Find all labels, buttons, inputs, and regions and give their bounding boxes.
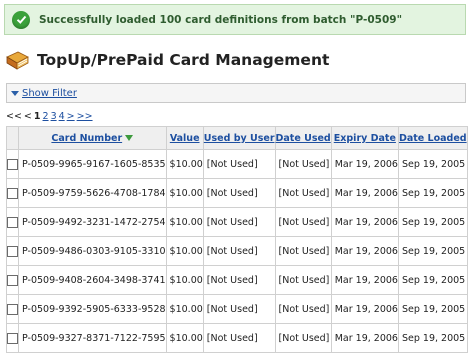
used-by-cell: [Not Used]: [202, 236, 276, 266]
card-number-cell: P-0509-9492-3231-1472-2754: [18, 207, 167, 237]
pager-first[interactable]: <<: [6, 111, 22, 122]
expiry-header[interactable]: Expiry Date: [330, 126, 399, 150]
expiry-cell: Mar 19, 2006: [330, 236, 399, 266]
value-cell: $10.00: [165, 149, 204, 179]
value-cell: $10.00: [165, 178, 204, 208]
date-loaded-cell: Sep 19, 2005: [397, 236, 468, 266]
date-used-cell: [Not Used]: [274, 294, 332, 324]
expiry-cell: Mar 19, 2006: [330, 149, 399, 179]
value-cell: $10.00: [165, 265, 204, 295]
table-row: P-0509-9327-8371-7122-7595 $10.00 [Not U…: [6, 323, 468, 353]
row-checkbox[interactable]: [7, 216, 18, 228]
card-number-cell: P-0509-9392-5905-6333-9528: [18, 294, 167, 324]
expiry-cell: Mar 19, 2006: [330, 207, 399, 237]
value-cell: $10.00: [165, 207, 204, 237]
page-title: TopUp/PrePaid Card Management: [37, 51, 330, 69]
pager-page-1: 1: [33, 111, 41, 122]
date-loaded-cell: Sep 19, 2005: [397, 294, 468, 324]
pager-prev[interactable]: <: [24, 111, 32, 122]
row-checkbox[interactable]: [7, 158, 18, 170]
row-checkbox[interactable]: [7, 332, 18, 344]
table-row: P-0509-9486-0303-9105-3310 $10.00 [Not U…: [6, 236, 468, 266]
date-used-cell: [Not Used]: [274, 265, 332, 295]
card-number-cell: P-0509-9486-0303-9105-3310: [18, 236, 167, 266]
pager-page-3[interactable]: 3: [51, 111, 57, 122]
row-checkbox[interactable]: [7, 187, 18, 199]
card-number-cell: P-0509-9965-9167-1605-8535: [18, 149, 167, 179]
value-cell: $10.00: [165, 294, 204, 324]
table-header-row: Card Number Value Used by User Date Used…: [6, 126, 468, 150]
row-checkbox[interactable]: [7, 303, 18, 315]
date-loaded-cell: Sep 19, 2005: [397, 265, 468, 295]
row-checkbox[interactable]: [7, 274, 18, 286]
used-by-cell: [Not Used]: [202, 265, 276, 295]
used-by-header[interactable]: Used by User: [202, 126, 276, 150]
pager-page-2[interactable]: 2: [43, 111, 49, 122]
pager-page-4[interactable]: 4: [59, 111, 65, 122]
expiry-cell: Mar 19, 2006: [330, 265, 399, 295]
success-text: Successfully loaded 100 card definitions…: [39, 13, 403, 26]
triangle-down-icon[interactable]: [11, 90, 19, 96]
pager-next[interactable]: >: [67, 111, 75, 122]
date-used-cell: [Not Used]: [274, 149, 332, 179]
pagination: << < 1 2 3 4 > >>: [6, 111, 93, 122]
value-header[interactable]: Value: [165, 126, 204, 150]
table-row: P-0509-9408-2604-3498-3741 $10.00 [Not U…: [6, 265, 468, 295]
expiry-cell: Mar 19, 2006: [330, 178, 399, 208]
card-number-cell: P-0509-9759-5626-4708-1784: [18, 178, 167, 208]
table-row: P-0509-9492-3231-1472-2754 $10.00 [Not U…: [6, 207, 468, 237]
expiry-cell: Mar 19, 2006: [330, 294, 399, 324]
card-number-cell: P-0509-9408-2604-3498-3741: [18, 265, 167, 295]
value-cell: $10.00: [165, 323, 204, 353]
expiry-cell: Mar 19, 2006: [330, 323, 399, 353]
book-icon: [6, 51, 29, 70]
date-loaded-cell: Sep 19, 2005: [397, 178, 468, 208]
success-message: Successfully loaded 100 card definitions…: [4, 4, 466, 35]
date-loaded-cell: Sep 19, 2005: [397, 323, 468, 353]
date-loaded-header[interactable]: Date Loaded: [397, 126, 468, 150]
used-by-cell: [Not Used]: [202, 178, 276, 208]
date-used-cell: [Not Used]: [274, 236, 332, 266]
date-used-header[interactable]: Date Used: [274, 126, 332, 150]
sort-desc-icon: [125, 135, 134, 141]
check-circle-icon: [12, 10, 30, 29]
select-column-header: [6, 126, 19, 150]
table-row: P-0509-9759-5626-4708-1784 $10.00 [Not U…: [6, 178, 468, 208]
used-by-cell: [Not Used]: [202, 149, 276, 179]
card-number-cell: P-0509-9327-8371-7122-7595: [18, 323, 167, 353]
filter-bar: Show Filter: [6, 83, 466, 103]
pager-last[interactable]: >>: [77, 111, 93, 122]
used-by-cell: [Not Used]: [202, 323, 276, 353]
used-by-cell: [Not Used]: [202, 294, 276, 324]
date-used-cell: [Not Used]: [274, 178, 332, 208]
value-cell: $10.00: [165, 236, 204, 266]
row-checkbox[interactable]: [7, 245, 18, 257]
cards-table: Card Number Value Used by User Date Used…: [6, 126, 468, 353]
page-header: TopUp/PrePaid Card Management: [4, 48, 329, 72]
table-row: P-0509-9965-9167-1605-8535 $10.00 [Not U…: [6, 149, 468, 179]
date-loaded-cell: Sep 19, 2005: [397, 207, 468, 237]
show-filter-link[interactable]: Show Filter: [22, 88, 77, 99]
table-row: P-0509-9392-5905-6333-9528 $10.00 [Not U…: [6, 294, 468, 324]
date-used-cell: [Not Used]: [274, 207, 332, 237]
date-used-cell: [Not Used]: [274, 323, 332, 353]
date-loaded-cell: Sep 19, 2005: [397, 149, 468, 179]
card-number-header[interactable]: Card Number: [18, 126, 167, 150]
used-by-cell: [Not Used]: [202, 207, 276, 237]
